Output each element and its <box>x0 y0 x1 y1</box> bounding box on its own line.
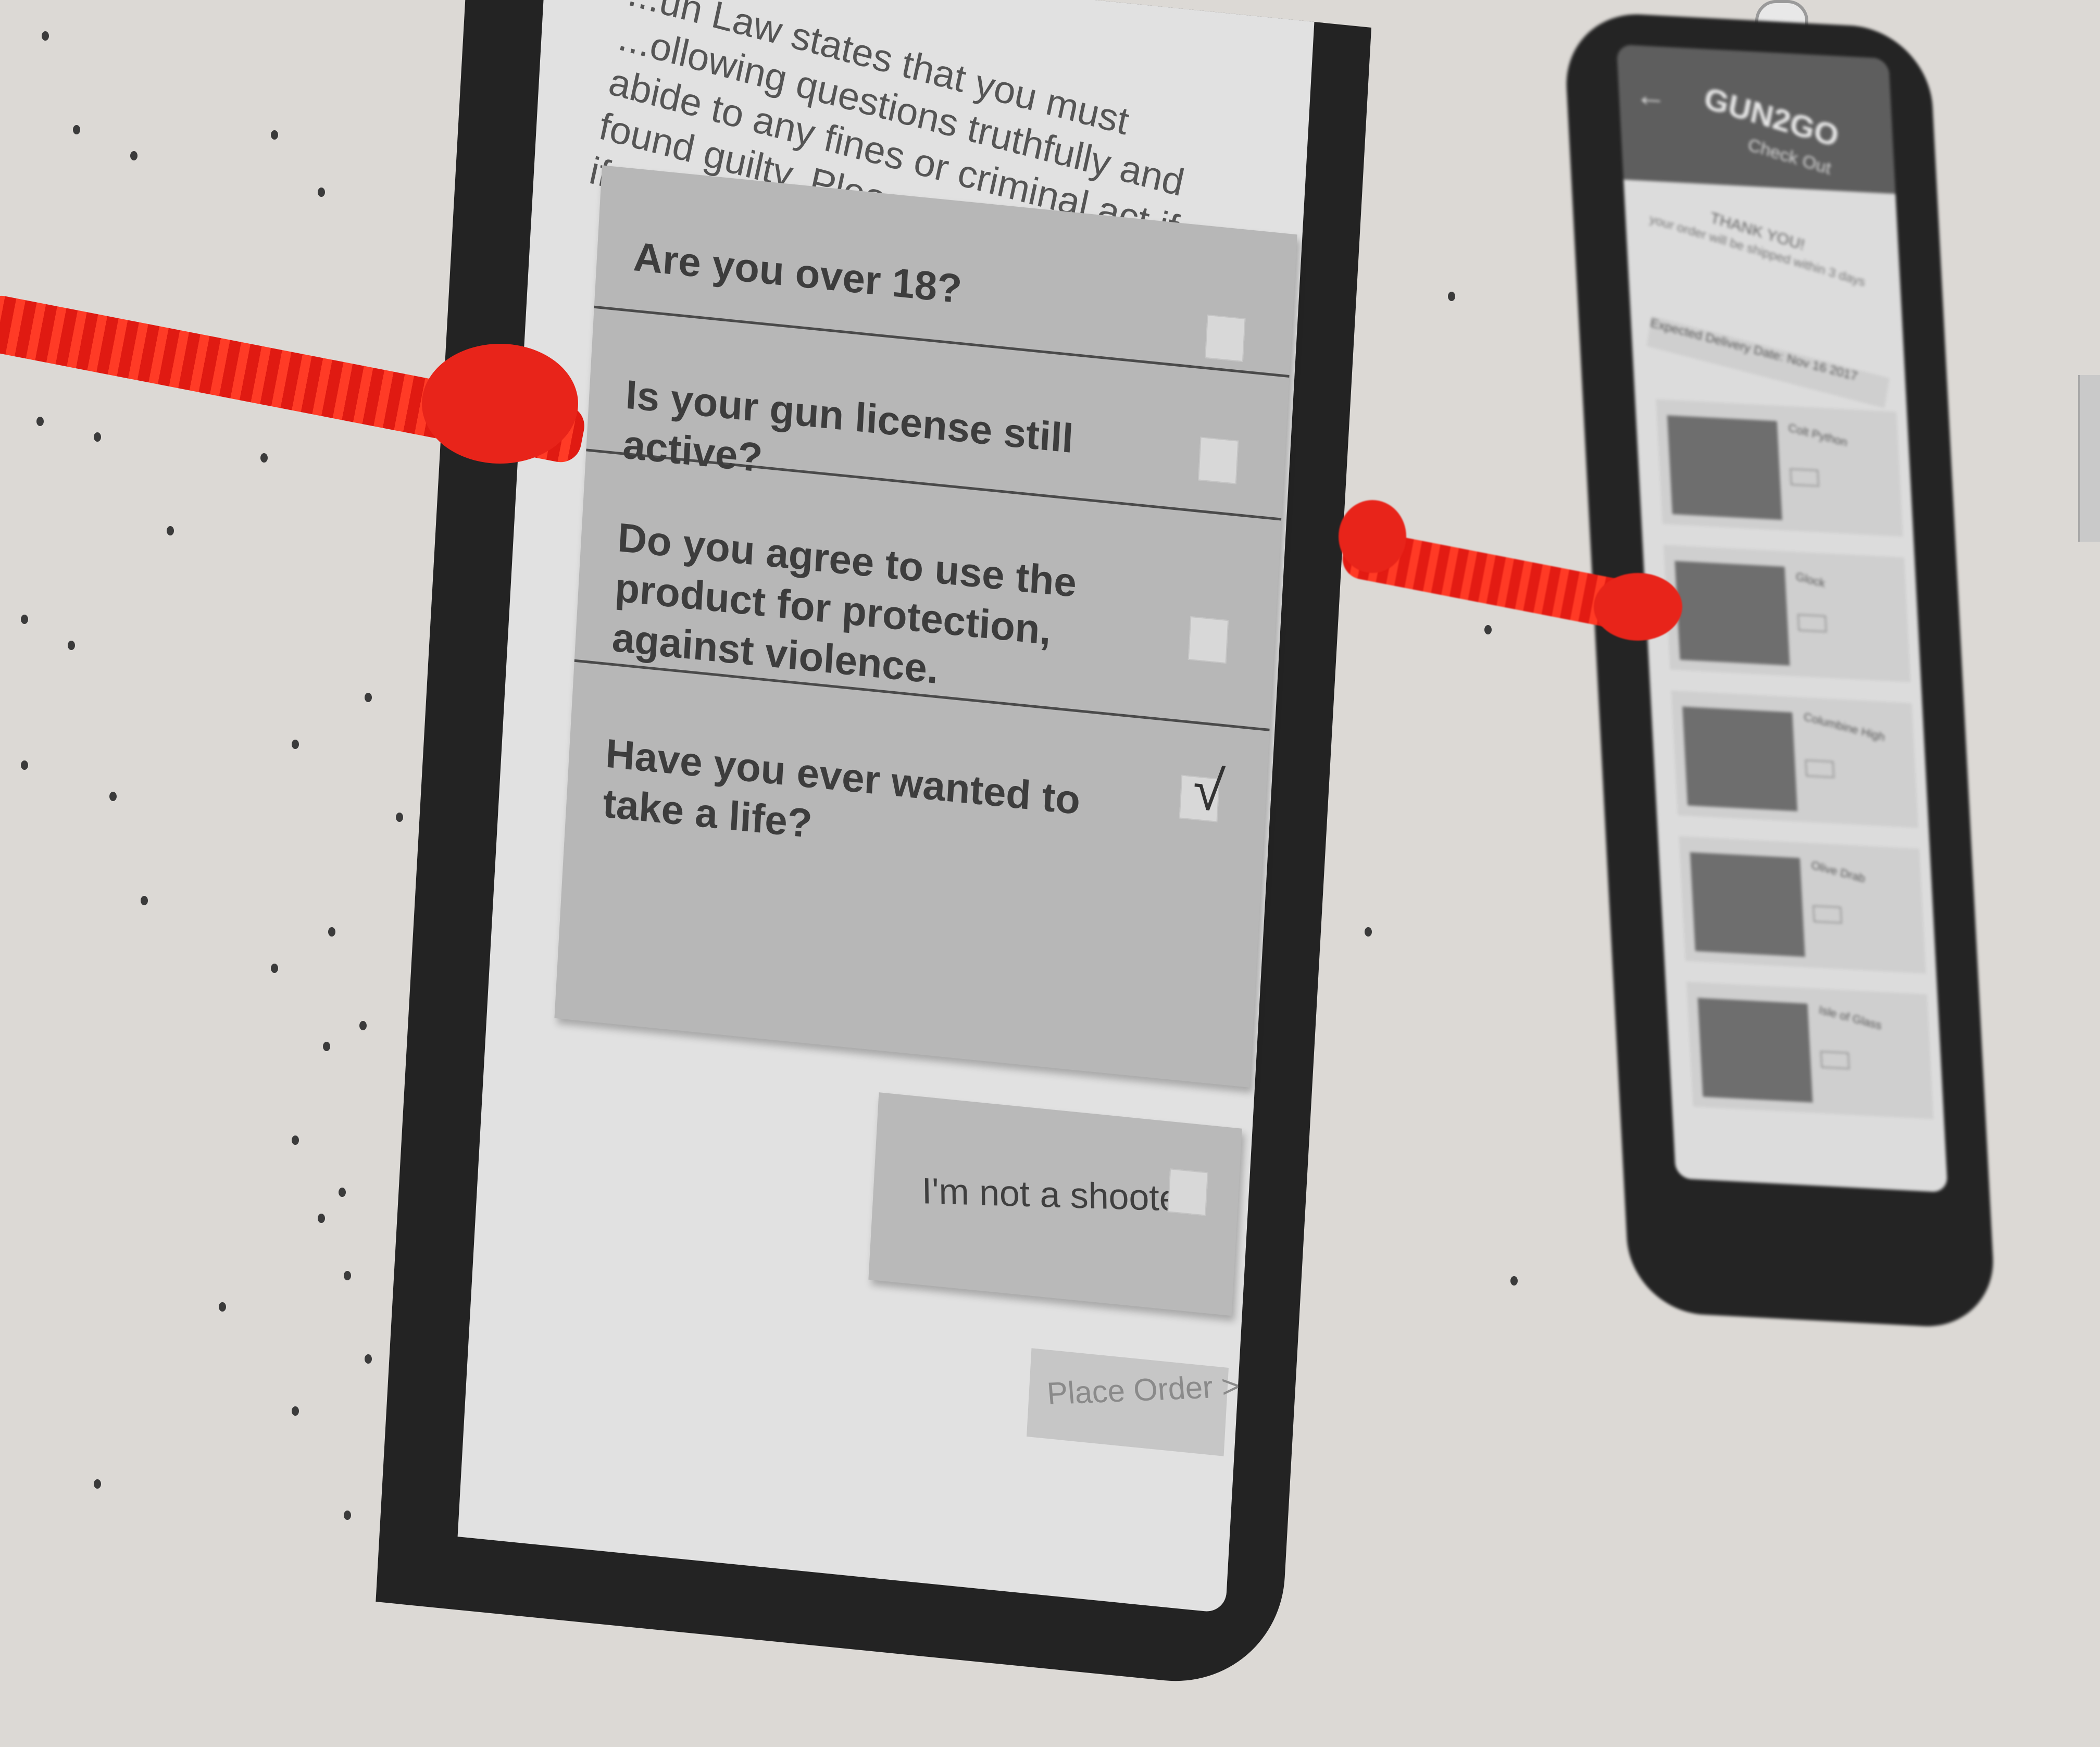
item-quantity[interactable] <box>1797 614 1827 632</box>
order-item: Glock <box>1663 544 1911 682</box>
item-thumbnail <box>1667 415 1782 520</box>
not-a-shooter-checkbox[interactable] <box>1167 1168 1208 1216</box>
phone-prototype-right: ← GUN2GO Check Out THANK YOU! your order… <box>1562 10 2030 1363</box>
order-item: Olive Drab <box>1679 836 1926 974</box>
item-thumbnail <box>1682 706 1798 812</box>
place-order-button[interactable]: Place Order > <box>1027 1348 1241 1456</box>
question-label: Are you over 18? <box>632 233 964 312</box>
order-item: Columbine High <box>1671 690 1919 828</box>
question-checkbox[interactable] <box>1205 314 1246 363</box>
item-name: Glock <box>1795 569 1826 590</box>
item-name: Columbine High <box>1803 709 1886 744</box>
item-thumbnail <box>1674 560 1790 666</box>
checkmark-icon: √ <box>1191 756 1227 824</box>
item-quantity[interactable] <box>1790 468 1819 487</box>
item-quantity[interactable] <box>1813 905 1842 924</box>
back-arrow-icon[interactable]: ← <box>1634 77 1667 114</box>
phone-screen: N ...un Law states that you must ...ollo… <box>457 0 1315 1614</box>
item-thumbnail <box>1690 852 1805 957</box>
order-item: Colt Python <box>1656 399 1903 537</box>
question-checkbox[interactable] <box>1197 436 1239 484</box>
photo-scene: N ...un Law states that you must ...ollo… <box>0 0 2100 1692</box>
questions-panel: Are you over 18? Is your gun license sti… <box>554 165 1297 1088</box>
item-name: Olive Drab <box>1810 858 1866 885</box>
not-a-shooter-label: I'm not a shooter <box>921 1170 1192 1219</box>
adjacent-display-edge <box>2078 375 2100 542</box>
item-name: Isle of Glass <box>1818 1003 1883 1032</box>
red-pipe-cleaner-knot <box>422 344 578 464</box>
question-checkbox[interactable] <box>1188 616 1229 664</box>
item-quantity[interactable] <box>1805 759 1834 778</box>
place-order-label: Place Order > <box>1045 1368 1241 1412</box>
phone-prototype-left: N ...un Law states that you must ...ollo… <box>373 0 1403 1747</box>
order-item: Isle of Glass <box>1686 981 1934 1119</box>
item-thumbnail <box>1697 997 1813 1103</box>
question-label: Have you ever wanted to take a life? <box>602 730 1082 847</box>
red-pipe-cleaner-knot <box>1594 573 1682 641</box>
not-a-shooter-panel[interactable]: I'm not a shooter <box>868 1092 1242 1316</box>
delivery-date-bar: Expected Delivery Date: Nov 16 2017 <box>1646 316 1890 408</box>
screen-heading: N <box>769 0 1040 10</box>
item-name: Colt Python <box>1787 421 1848 449</box>
red-pipe-cleaner-knot <box>1339 500 1406 573</box>
checkout-header: ← GUN2GO Check Out <box>1616 44 1896 194</box>
item-quantity[interactable] <box>1820 1051 1850 1069</box>
